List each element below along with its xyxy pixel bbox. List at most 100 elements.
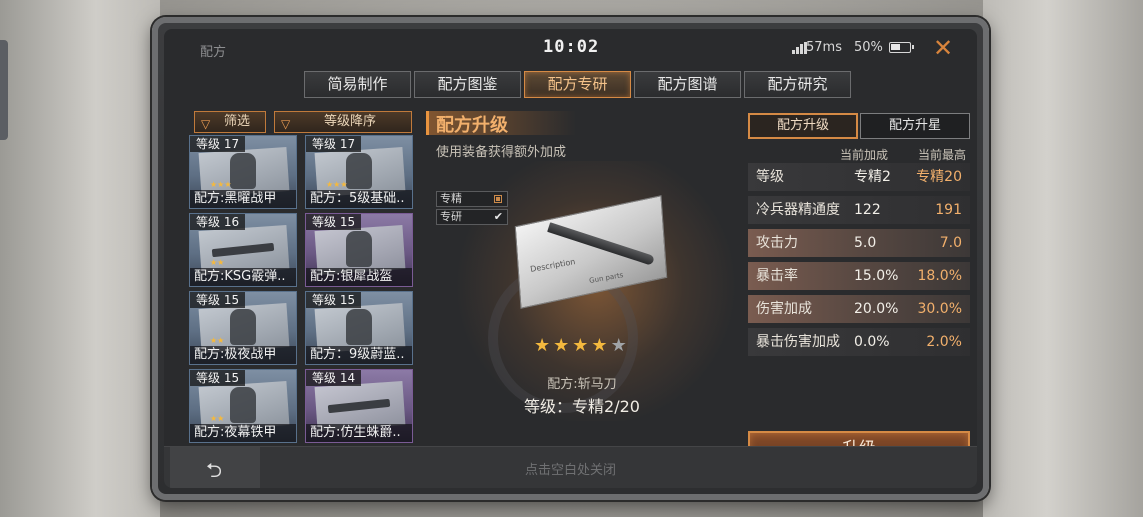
star-icon: ★ bbox=[217, 258, 225, 267]
recipe-card[interactable]: 等级 14 配方:仿生蛛爵.. bbox=[305, 369, 413, 443]
column-current: 当前加成 bbox=[840, 148, 889, 162]
close-hint: 点击空白处关闭 bbox=[524, 463, 616, 478]
stat-row: 攻击力 5.0 7.0 bbox=[748, 229, 970, 257]
recipe-card[interactable]: 等级 17 ★★★ 配方：5级基础.. bbox=[305, 135, 413, 209]
card-level: 等级 15 bbox=[190, 370, 246, 386]
battery-fill bbox=[891, 44, 900, 50]
stat-row: 暴击伤害加成 0.0% 2.0% bbox=[748, 328, 970, 356]
star-icon: ★ bbox=[224, 180, 232, 189]
card-name: 配方:黑曜战甲 bbox=[190, 190, 296, 208]
mastery-toggle[interactable]: 专精 bbox=[436, 191, 508, 207]
stat-name: 等级 bbox=[756, 169, 784, 185]
card-name: 配方:银犀战盔 bbox=[306, 268, 412, 286]
tab-recipe-mastery[interactable]: 配方专研 bbox=[524, 71, 631, 98]
card-name: 配方:夜幕铁甲 bbox=[190, 424, 296, 442]
card-stars: ★★ bbox=[210, 258, 224, 267]
card-level: 等级 15 bbox=[306, 214, 362, 230]
recipe-card[interactable]: 等级 15 配方：9级蔚蓝.. bbox=[305, 291, 413, 365]
tab-recipe-upgrade[interactable]: 配方升级 bbox=[748, 113, 858, 139]
star-icon: ★ bbox=[217, 414, 225, 423]
star-filled-icon: ★ bbox=[591, 335, 608, 356]
recipe-card[interactable]: 等级 16 ★★ 配方:KSG霰弹.. bbox=[189, 213, 297, 287]
star-icon: ★ bbox=[217, 336, 225, 345]
stat-max: 7.0 bbox=[939, 235, 962, 251]
stat-row: 伤害加成 20.0% 30.0% bbox=[748, 295, 970, 323]
stat-max: 2.0% bbox=[926, 334, 962, 350]
stat-name: 冷兵器精通度 bbox=[756, 202, 840, 218]
upgrade-panel: 配方升级 配方升星 当前加成 当前最高 等级 专精2 专精20 冷兵器精通度 122 19… bbox=[748, 113, 970, 467]
recipe-card[interactable]: 等级 15 ★★ 配方:极夜战甲 bbox=[189, 291, 297, 365]
research-toggle[interactable]: 专研 ✔ bbox=[436, 209, 508, 225]
card-level: 等级 15 bbox=[306, 292, 362, 308]
bottom-bar[interactable]: ⮌ 点击空白处关闭 bbox=[164, 446, 977, 488]
card-name: 配方：5级基础.. bbox=[306, 190, 412, 208]
status-bar: 配方 10:02 57ms 50% ✕ bbox=[164, 29, 977, 69]
background-right bbox=[983, 0, 1143, 517]
stat-row: 等级 专精2 专精20 bbox=[748, 163, 970, 191]
armor-icon bbox=[346, 231, 372, 267]
star-rating: ★ ★ ★ ★ ★ bbox=[534, 335, 627, 356]
window-title: 配方 bbox=[200, 45, 227, 60]
armor-icon bbox=[230, 387, 256, 423]
item-level: 等级：专精2/20 bbox=[524, 397, 640, 416]
stat-max: 191 bbox=[935, 202, 962, 218]
card-stars: ★★★ bbox=[326, 180, 348, 189]
card-level: 等级 17 bbox=[306, 136, 362, 152]
battery-percent: 50% bbox=[854, 40, 883, 55]
card-stars: ★★ bbox=[210, 414, 224, 423]
stat-name: 暴击率 bbox=[756, 268, 798, 284]
card-level: 等级 17 bbox=[190, 136, 246, 152]
stat-row: 暴击率 15.0% 18.0% bbox=[748, 262, 970, 290]
stat-max: 18.0% bbox=[917, 268, 962, 284]
ping-readout: 57ms bbox=[806, 40, 842, 55]
recipe-card[interactable]: 等级 15 ★★ 配方:夜幕铁甲 bbox=[189, 369, 297, 443]
card-stars: ★★ bbox=[210, 336, 224, 345]
stat-current: 122 bbox=[854, 202, 881, 218]
checkbox-icon bbox=[494, 195, 502, 203]
star-filled-icon: ★ bbox=[553, 335, 570, 356]
column-max: 当前最高 bbox=[918, 148, 967, 162]
card-name: 配方:仿生蛛爵.. bbox=[306, 424, 412, 442]
tab-recipe-codex[interactable]: 配方图鉴 bbox=[414, 71, 521, 98]
card-name: 配方:极夜战甲 bbox=[190, 346, 296, 364]
tab-recipe-chart[interactable]: 配方图谱 bbox=[634, 71, 741, 98]
recipe-card[interactable]: 等级 17 ★★★ 配方:黑曜战甲 bbox=[189, 135, 297, 209]
tab-recipe-research[interactable]: 配方研究 bbox=[744, 71, 851, 98]
stat-max: 专精20 bbox=[916, 169, 962, 185]
detail-title: 配方升级 bbox=[436, 115, 508, 136]
stat-max: 30.0% bbox=[917, 301, 962, 317]
signal-icon bbox=[792, 42, 807, 54]
card-level: 等级 14 bbox=[306, 370, 362, 386]
tab-simple-craft[interactable]: 简易制作 bbox=[304, 71, 411, 98]
background-edge bbox=[0, 40, 8, 140]
card-level: 等级 15 bbox=[190, 292, 246, 308]
stat-name: 伤害加成 bbox=[756, 301, 812, 317]
background-left bbox=[0, 0, 160, 517]
stat-current: 20.0% bbox=[854, 301, 899, 317]
star-filled-icon: ★ bbox=[534, 335, 551, 356]
clock: 10:02 bbox=[543, 37, 600, 57]
battery-icon bbox=[889, 42, 914, 53]
main-tabs: 简易制作 配方图鉴 配方专研 配方图谱 配方研究 bbox=[304, 71, 851, 98]
stat-current: 专精2 bbox=[854, 169, 891, 185]
item-name: 配方:斩马刀 bbox=[547, 377, 617, 392]
tab-recipe-star-up[interactable]: 配方升星 bbox=[860, 113, 970, 139]
card-name: 配方:KSG霰弹.. bbox=[190, 268, 296, 286]
stat-name: 攻击力 bbox=[756, 235, 798, 251]
card-name: 配方：9级蔚蓝.. bbox=[306, 346, 412, 364]
armor-icon bbox=[346, 309, 372, 345]
close-button[interactable]: ✕ bbox=[930, 35, 956, 61]
stat-list[interactable]: 等级 专精2 专精20 冷兵器精通度 122 191 攻击力 5.0 7.0 暴击率 15.0% 18… bbox=[748, 163, 970, 368]
detail-subtitle: 使用装备获得额外加成 bbox=[436, 145, 567, 160]
stat-current: 0.0% bbox=[854, 334, 890, 350]
recipe-card[interactable]: 等级 15 配方:银犀战盔 bbox=[305, 213, 413, 287]
armor-icon bbox=[230, 309, 256, 345]
armor-icon bbox=[230, 153, 256, 189]
stat-name: 暴击伤害加成 bbox=[756, 334, 840, 350]
filter-button[interactable]: ▽ 筛选 bbox=[194, 111, 266, 133]
sort-button[interactable]: ▽ 等级降序 bbox=[274, 111, 412, 133]
star-empty-icon: ★ bbox=[610, 335, 627, 356]
recipe-detail: 配方升级 使用装备获得额外加成 专精 专研 ✔ Description Gun … bbox=[426, 111, 738, 421]
star-filled-icon: ★ bbox=[572, 335, 589, 356]
card-level: 等级 16 bbox=[190, 214, 246, 230]
